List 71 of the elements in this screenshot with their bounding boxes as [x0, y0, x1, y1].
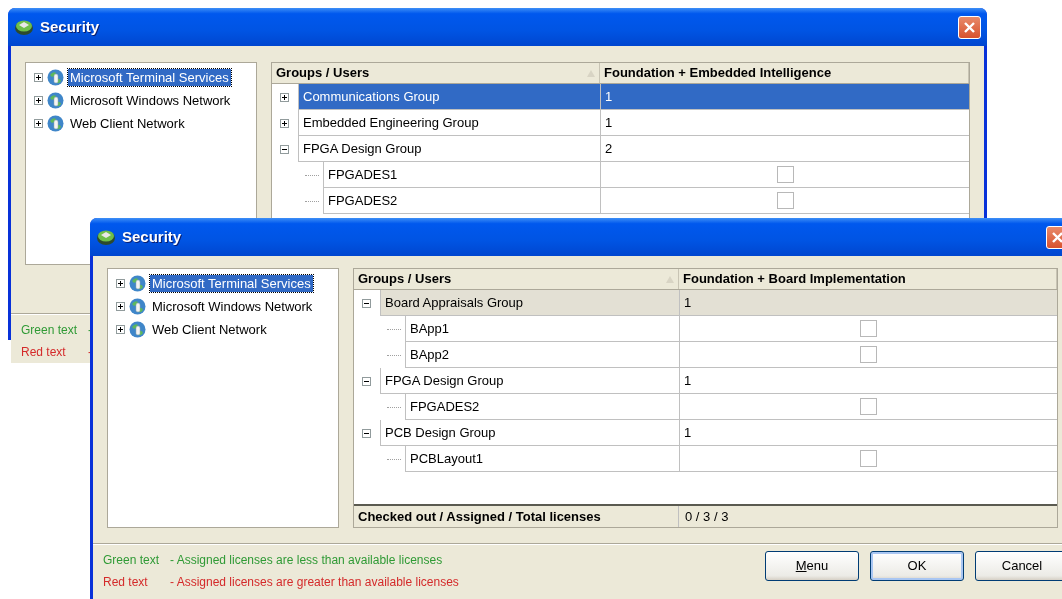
value-cell: 1: [679, 290, 1057, 316]
legend-description: -: [88, 344, 92, 361]
legend-label: Green text: [21, 322, 79, 339]
expander-icon[interactable]: [34, 96, 43, 105]
tree-item[interactable]: Microsoft Terminal Services: [150, 275, 313, 292]
group-cell[interactable]: Embedded Engineering Group: [298, 110, 600, 136]
checkbox[interactable]: [776, 192, 794, 209]
user-cell[interactable]: FPGADES2: [323, 188, 600, 214]
group-cell[interactable]: FPGA Design Group: [298, 136, 600, 162]
checkbox[interactable]: [860, 346, 877, 363]
group-cell[interactable]: FPGA Design Group: [380, 368, 679, 394]
legend-label: Red text: [21, 344, 67, 361]
close-icon: [1051, 230, 1062, 244]
footer-label: Checked out / Assigned / Total licenses: [354, 506, 679, 527]
expander-icon[interactable]: [362, 428, 371, 438]
dialog-button[interactable]: OK: [870, 551, 964, 581]
group-cell[interactable]: Board Appraisals Group: [380, 290, 679, 316]
user-cell[interactable]: PCBLayout1: [405, 446, 679, 472]
column-header[interactable]: Groups / Users: [354, 269, 679, 289]
column-header[interactable]: Foundation + Embedded Intelligence: [600, 63, 969, 83]
close-button[interactable]: [958, 15, 981, 39]
user-cell[interactable]: FPGADES2: [405, 394, 679, 420]
window-title: Security: [40, 16, 100, 37]
tree-item[interactable]: Web Client Network: [68, 115, 187, 132]
legend-description: - Assigned licenses are less than available licenses: [170, 552, 443, 569]
legend-label: Green text: [103, 552, 161, 569]
group-cell[interactable]: PCB Design Group: [380, 420, 679, 446]
value-cell: 2: [600, 136, 969, 162]
expander-icon[interactable]: [116, 279, 125, 288]
value-cell: 1: [600, 84, 969, 110]
tree-item[interactable]: Microsoft Windows Network: [150, 298, 315, 315]
user-cell[interactable]: BApp2: [405, 342, 679, 368]
column-header[interactable]: Groups / Users: [272, 63, 600, 83]
checkbox[interactable]: [860, 450, 877, 467]
tree-item[interactable]: Web Client Network: [150, 321, 269, 338]
expander-icon[interactable]: [362, 376, 371, 386]
window-title: Security: [122, 226, 182, 247]
tree-item[interactable]: Microsoft Windows Network: [68, 92, 233, 109]
legend-description: - Assigned licenses are greater than available licenses: [170, 574, 459, 591]
expander-icon[interactable]: [280, 144, 289, 154]
globe-icon: [47, 69, 64, 86]
expander-icon[interactable]: [34, 119, 43, 128]
globe-icon: [129, 275, 146, 292]
column-header[interactable]: Foundation + Board Implementation: [679, 269, 1057, 289]
dialog-button[interactable]: Menu: [765, 551, 859, 581]
user-cell[interactable]: FPGADES1: [323, 162, 600, 188]
footer-value: 0 / 3 / 3: [684, 507, 730, 526]
expander-icon[interactable]: [362, 298, 371, 308]
legend-label: Red text: [103, 574, 149, 591]
value-cell: 1: [679, 420, 1057, 446]
user-cell[interactable]: BApp1: [405, 316, 679, 342]
expander-icon[interactable]: [116, 325, 125, 334]
close-button[interactable]: [1046, 225, 1062, 249]
value-cell: 1: [600, 110, 969, 136]
globe-icon: [129, 298, 146, 315]
expander-icon[interactable]: [34, 73, 43, 82]
globe-icon: [47, 92, 64, 109]
expander-icon[interactable]: [280, 118, 289, 128]
checkbox[interactable]: [860, 320, 877, 337]
group-cell[interactable]: Communications Group: [298, 84, 600, 110]
checkbox[interactable]: [776, 166, 794, 183]
globe-icon: [47, 115, 64, 132]
tree-item[interactable]: Microsoft Terminal Services: [68, 69, 231, 86]
expander-icon[interactable]: [280, 92, 289, 102]
dialog-button[interactable]: Cancel: [975, 551, 1062, 581]
expander-icon[interactable]: [116, 302, 125, 311]
value-cell: 1: [679, 368, 1057, 394]
checkbox[interactable]: [860, 398, 877, 415]
globe-icon: [129, 321, 146, 338]
close-icon: [963, 20, 976, 34]
legend-description: -: [88, 322, 92, 339]
